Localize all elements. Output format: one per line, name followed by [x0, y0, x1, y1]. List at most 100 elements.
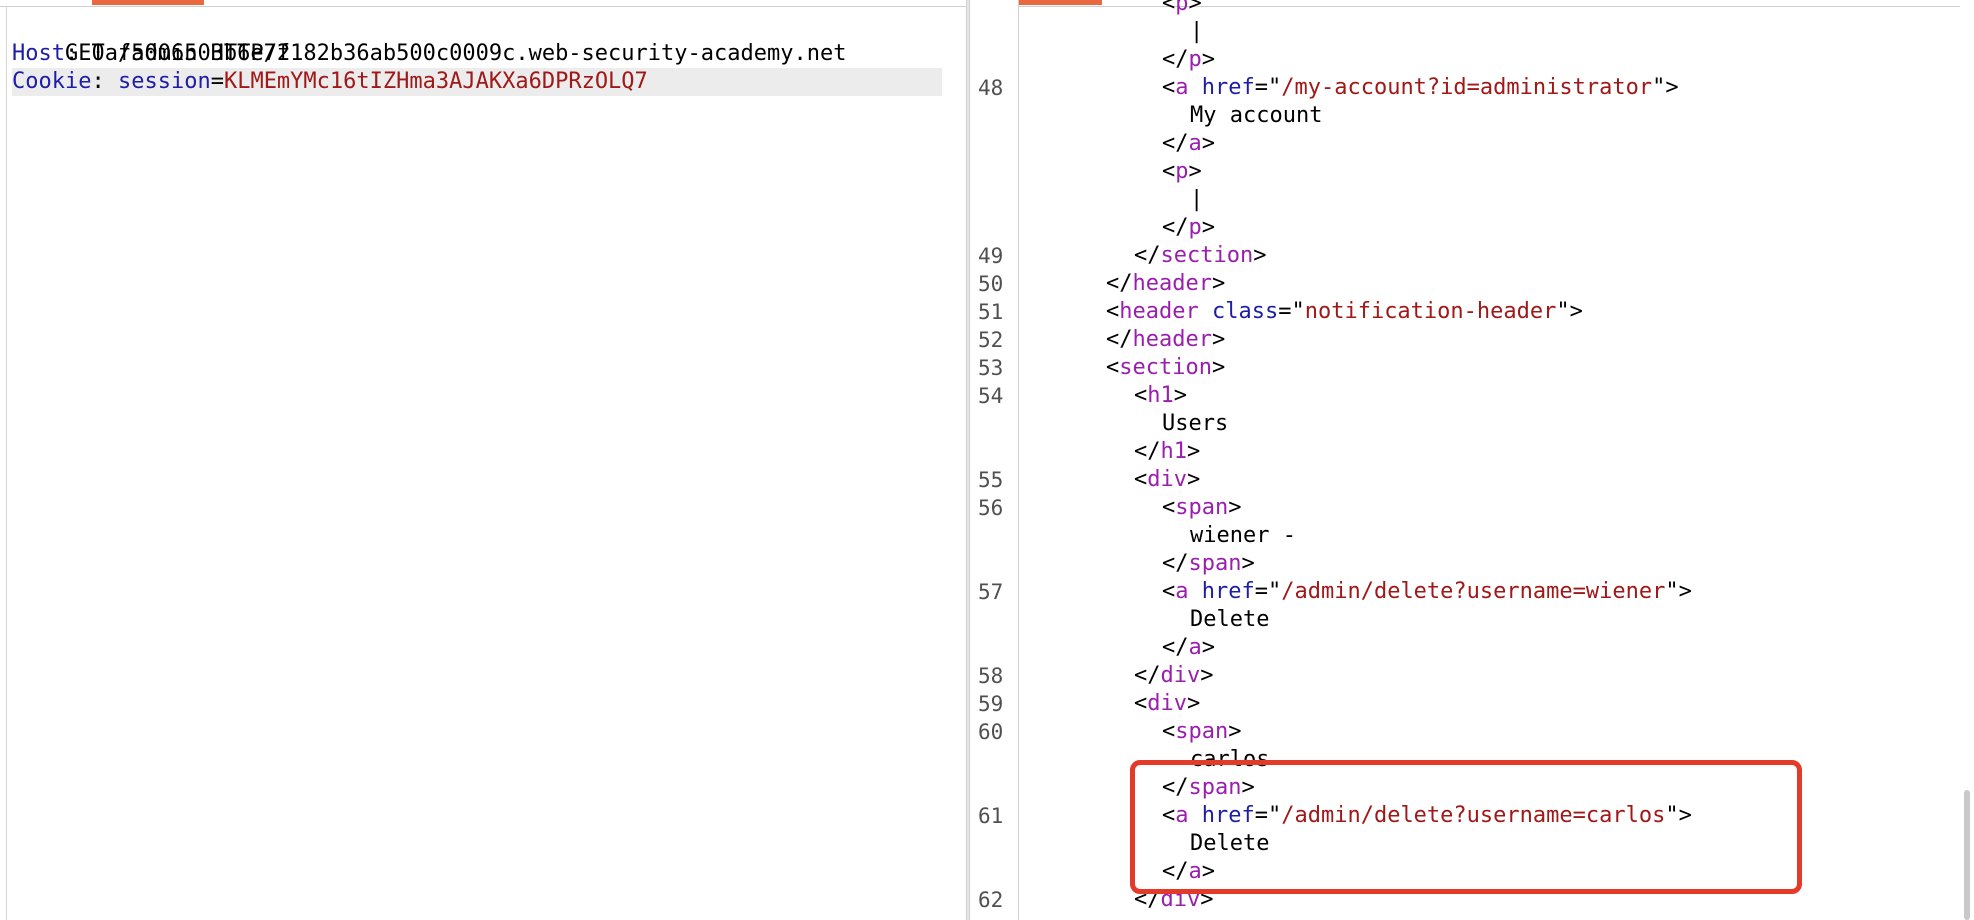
code-line[interactable]: <div>	[1134, 690, 1200, 718]
line-number: 62	[978, 888, 1004, 912]
code-line[interactable]: wiener -	[1190, 522, 1296, 550]
tag-name: header	[1132, 327, 1212, 352]
username-text: wiener -	[1190, 523, 1296, 548]
tag-name: section	[1119, 355, 1212, 380]
tag-name: a	[1175, 803, 1189, 828]
line-number: 50	[978, 272, 1004, 296]
request-header-host[interactable]: Host: 0af5006503b6e7f182b36ab500c0009c.w…	[12, 40, 846, 68]
code-line[interactable]: <div>	[1134, 466, 1200, 494]
response-pane[interactable]: 48 49 50 51 52 53 54 55 56 57 58 59 60 6…	[970, 0, 1974, 920]
code-line[interactable]: </p>	[1162, 214, 1215, 242]
vertical-scrollbar[interactable]	[1960, 0, 1974, 920]
tag-name: div	[1147, 467, 1187, 492]
tag-name: span	[1175, 495, 1229, 520]
code-line[interactable]: </header>	[1106, 326, 1225, 354]
line-number: 51	[978, 300, 1004, 324]
code-line[interactable]: </p>	[1162, 46, 1215, 74]
code-line[interactable]: |	[1190, 18, 1203, 46]
attr-value: notification-header	[1304, 299, 1557, 324]
code-line[interactable]: </div>	[1134, 662, 1214, 690]
code-line[interactable]: </a>	[1162, 130, 1215, 158]
code-line[interactable]: <span>	[1162, 718, 1241, 746]
host-header-name: Host	[12, 41, 65, 66]
request-header-cookie[interactable]: Cookie: session=KLMEmYMc16tIZHma3AJAKXa6…	[12, 68, 942, 96]
line-number: 61	[978, 804, 1004, 828]
pipe-text: |	[1190, 187, 1204, 212]
attr-value: /my-account?id=administrator	[1281, 75, 1653, 100]
line-number: 53	[978, 356, 1004, 380]
code-line[interactable]: Users	[1162, 410, 1228, 438]
line-number: 57	[978, 580, 1004, 604]
pipe-text: |	[1190, 19, 1204, 44]
heading-text: Users	[1162, 411, 1229, 436]
tag-name: p	[1188, 47, 1202, 72]
code-line[interactable]: <span>	[1162, 494, 1241, 522]
request-pane-edge	[6, 6, 7, 920]
tag-name: a	[1188, 635, 1202, 660]
line-number: 55	[978, 468, 1004, 492]
tag-name: span	[1188, 775, 1242, 800]
code-line[interactable]: <p>	[1162, 0, 1202, 18]
line-number: 56	[978, 496, 1004, 520]
tag-name: h1	[1160, 439, 1188, 464]
code-line[interactable]: </a>	[1162, 634, 1215, 662]
request-line[interactable]: GET /admin HTTP/2	[12, 12, 290, 66]
tag-name: p	[1175, 0, 1189, 16]
code-line[interactable]: </span>	[1162, 550, 1255, 578]
line-number: 54	[978, 384, 1004, 408]
tag-name: h1	[1147, 383, 1174, 408]
link-text: Delete	[1190, 831, 1270, 856]
tag-name: a	[1175, 579, 1189, 604]
line-number: 52	[978, 328, 1004, 352]
cookie-header-name: Cookie	[12, 69, 92, 94]
code-line[interactable]: <section>	[1106, 354, 1225, 382]
code-line[interactable]: </h1>	[1134, 438, 1200, 466]
code-line[interactable]: </div>	[1134, 886, 1214, 914]
line-number: 60	[978, 720, 1004, 744]
line-number: 59	[978, 692, 1004, 716]
code-line[interactable]: <a href="/admin/delete?username=wiener">	[1162, 578, 1692, 606]
attr-name: class	[1211, 299, 1279, 324]
tag-name: a	[1175, 75, 1189, 100]
tag-name: div	[1160, 663, 1201, 688]
cookie-name: session	[117, 69, 211, 94]
tag-name: span	[1188, 551, 1242, 576]
tag-name: div	[1147, 691, 1187, 716]
attr-value: /admin/delete?username=carlos	[1281, 803, 1666, 828]
scrollbar-thumb[interactable]	[1964, 790, 1970, 920]
code-line[interactable]: carlos	[1190, 746, 1269, 774]
code-line[interactable]: <p>	[1162, 158, 1202, 186]
code-line[interactable]: Delete	[1190, 830, 1269, 858]
request-pane-top-border	[0, 6, 966, 7]
tag-name: a	[1188, 859, 1202, 884]
line-number: 48	[978, 76, 1004, 100]
code-line[interactable]: </section>	[1134, 242, 1266, 270]
code-line[interactable]: Delete	[1190, 606, 1269, 634]
code-line[interactable]: |	[1190, 186, 1203, 214]
attr-name: href	[1201, 579, 1255, 604]
line-number: 49	[978, 244, 1004, 268]
code-line[interactable]: <a href="/admin/delete?username=carlos">	[1162, 802, 1692, 830]
tag-name: a	[1188, 131, 1202, 156]
attr-value: /admin/delete?username=wiener	[1281, 579, 1666, 604]
tag-name: header	[1132, 271, 1212, 296]
line-number-gutter: 48 49 50 51 52 53 54 55 56 57 58 59 60 6…	[970, 0, 1019, 920]
code-line[interactable]: </header>	[1106, 270, 1225, 298]
code-line[interactable]: <header class="notification-header">	[1106, 298, 1583, 326]
response-pane-top-border	[970, 6, 1974, 7]
code-line[interactable]: My account	[1190, 102, 1322, 130]
host-header-value: 0af5006503b6e7f182b36ab500c0009c.web-sec…	[91, 41, 847, 66]
link-text: Delete	[1190, 607, 1270, 632]
tag-name: span	[1175, 719, 1229, 744]
request-tab-indicator	[92, 0, 204, 5]
request-pane[interactable]: GET /admin HTTP/2 Host: 0af5006503b6e7f1…	[0, 0, 966, 920]
code-line[interactable]: </span>	[1162, 774, 1255, 802]
tag-name: p	[1175, 159, 1189, 184]
code-line[interactable]: <a href="/my-account?id=administrator">	[1162, 74, 1679, 102]
code-line[interactable]: </a>	[1162, 858, 1215, 886]
tag-name: header	[1119, 299, 1199, 324]
tag-name: section	[1160, 243, 1254, 268]
cookie-value: KLMEmYMc16tIZHma3AJAKXa6DPRzOLQ7	[223, 69, 648, 94]
tag-name: div	[1160, 887, 1201, 912]
code-line[interactable]: <h1>	[1134, 382, 1187, 410]
